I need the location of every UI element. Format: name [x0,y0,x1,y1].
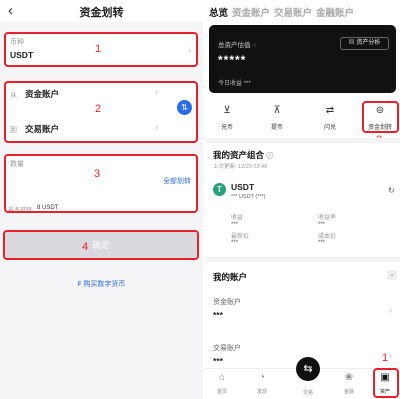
deposit-icon: ⊻ [223,105,231,116]
buy-crypto-label: 购买数字货币 [83,281,126,288]
deposit-button[interactable]: ⊻ 充币 [207,105,247,131]
usdt-coin-icon: T [213,183,226,196]
annotation-number-1: 1 [95,43,102,55]
coin-amount: *** USDT (***) [231,194,266,200]
nav-trade-label: 交易 [302,390,313,396]
home-icon: ⌂ [218,372,226,383]
stat-value: *** [318,240,326,246]
withdraw-button[interactable]: ⊼ 提币 [257,105,297,131]
stat-label: 收益率 [318,215,337,221]
account-tabs: 总览 资金账户 交易账户 金融账户 [205,3,400,19]
page-title: 资金划转 [79,7,124,19]
flash-exchange-icon: ⇄ [325,105,335,116]
tab-overview[interactable]: 总览 [209,5,228,19]
coin-name: USDT [231,182,255,192]
annotation-number-3: 3 [94,168,101,180]
tab-trading[interactable]: 交易账户 [274,5,312,19]
account-value: *** [213,356,223,366]
today-earnings: 今日收益 *** [218,81,251,87]
tab-finance[interactable]: 金融账户 [316,5,354,19]
nav-home-label: 首页 [216,389,227,395]
discover-icon: ◔ [258,372,266,383]
divider [205,257,400,262]
account-value: *** [213,310,223,320]
total-asset-card: 总资产估值 ◌ ***** 今日收益 *** ▤ 资产分析 [209,25,396,93]
total-asset-value: ***** [218,53,247,67]
chevron-right-icon: › [389,305,392,315]
refresh-icon[interactable]: ↻ [388,186,395,195]
transfer-screen: ‹ 资金划转 币种 USDT › 1 从 资金账户 › 到 交易账户 › ⇅ 2… [0,0,203,399]
withdraw-icon: ⊼ [273,105,281,116]
stat-label: 成本价 [318,234,337,240]
deposit-label: 充币 [220,125,233,131]
nav-discover[interactable]: ◔ 发现 [249,372,275,395]
portfolio-title: 我的资产组合 ⓘ [213,150,274,160]
flash-exchange-button[interactable]: ⇄ 闪兑 [310,105,350,131]
finance-icon: ❀ [344,372,354,383]
stat-value: *** [231,222,239,228]
stat-value: *** [231,240,239,246]
nav-finance[interactable]: ❀ 金融 [336,372,362,395]
collapse-icon[interactable]: ⌄ [387,270,397,280]
eye-off-icon[interactable]: ◌ [252,42,256,49]
stat-value: *** [318,222,326,228]
annotation-number-1: 1 [382,352,389,364]
nav-discover-label: 发现 [256,389,267,395]
accounts-title: 我的账户 [213,272,248,282]
nav-trade[interactable]: 交易 [295,385,321,396]
annotation-number-2: 2 [95,103,102,115]
divider [205,138,400,143]
chevron-right-icon: › [389,350,392,360]
nav-home[interactable]: ⌂ 首页 [209,372,235,395]
total-asset-label: 总资产估值 ◌ [218,42,257,49]
stat-label: 收益 [231,215,244,221]
annotation-number-4: 4 [82,241,89,253]
info-icon[interactable]: ⓘ [266,153,273,160]
top-bar: ‹ 资金划转 [0,0,203,22]
annotation-box-4 [3,230,199,260]
account-name: 资金账户 [213,299,241,306]
buy-crypto-link[interactable]: ₣ 购买数字货币 [0,279,203,289]
annotation-box-3 [4,154,198,213]
flash-exchange-label: 闪兑 [323,125,336,131]
withdraw-label: 提币 [270,125,283,131]
asset-analysis-button[interactable]: ▤ 资产分析 [340,37,389,50]
nav-finance-label: 金融 [343,389,354,395]
account-row-funding[interactable]: 资金账户 *** › [205,292,400,328]
annotation-box-transfer [362,101,399,133]
portfolio-updated: 上次更新: 12/20 23:49 [213,164,268,170]
stat-label: 最新价 [231,234,250,240]
tab-funding[interactable]: 资金账户 [232,5,270,19]
account-name: 交易账户 [213,345,241,352]
annotation-box-assets [373,368,399,398]
assets-screen: 总览 资金账户 交易账户 金融账户 总资产估值 ◌ ***** 今日收益 *** ▤ … [205,0,400,399]
trade-icon[interactable]: ⇆ [296,357,320,381]
